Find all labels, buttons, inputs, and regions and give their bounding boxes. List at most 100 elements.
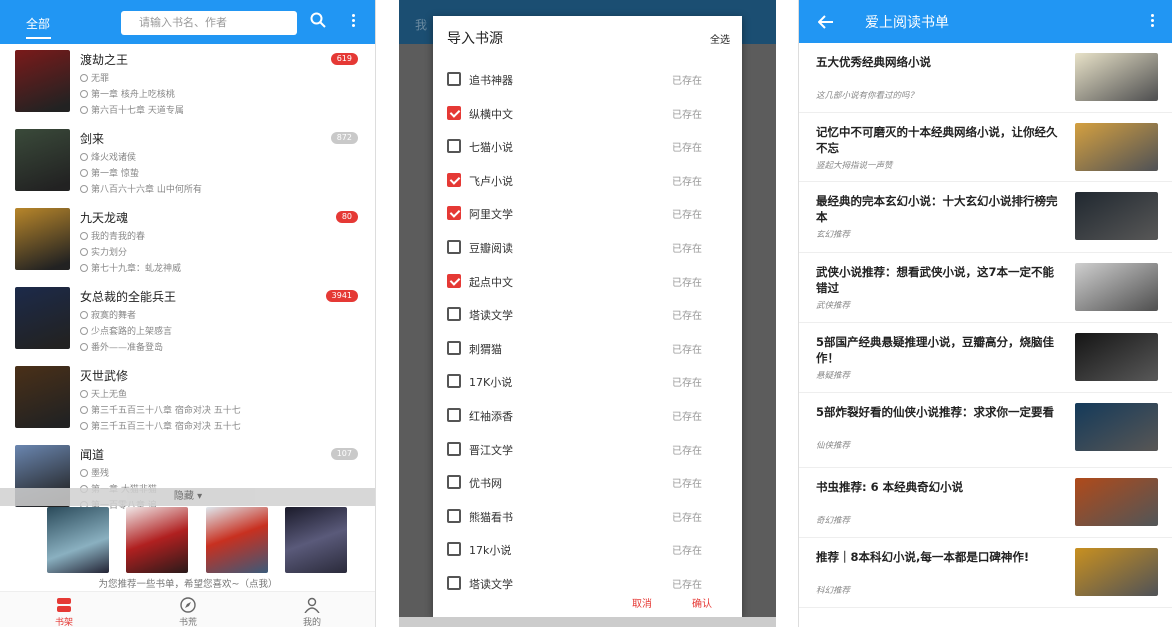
bookshelf-screen: 全部 请输入书名、作者 渡劫之王 无罪 第一章 核舟上吃核桃 第六百十七章 天道… <box>0 0 376 627</box>
back-arrow-icon[interactable] <box>818 15 834 29</box>
booklist-item[interactable]: 推荐｜8本科幻小说,每一本都是口碑神作! 科幻推荐 <box>799 538 1172 608</box>
source-row[interactable]: 刺猬猫 已存在 <box>433 333 742 363</box>
nav-bookshelf[interactable]: 书架 <box>14 592 114 627</box>
source-status: 已存在 <box>672 277 702 289</box>
source-checkbox[interactable] <box>447 105 461 120</box>
tab-indicator <box>26 37 51 39</box>
book-item[interactable]: 九天龙魂 我的青我的春 实力划分 第七十九章：虬龙神威 80 <box>0 201 375 280</box>
source-status: 已存在 <box>672 479 702 491</box>
book-item[interactable]: 女总裁的全能兵王 寂寞的舞者 少点套路的上架感言 番外——准备登岛 3941 <box>0 280 375 359</box>
book-title: 九天龙魂 <box>80 211 129 225</box>
source-row[interactable]: 起点中文 已存在 <box>433 266 742 296</box>
book-cover <box>15 208 70 270</box>
unread-badge: 107 <box>330 448 358 460</box>
check-icon <box>80 264 88 272</box>
source-checkbox[interactable] <box>447 206 461 221</box>
source-checkbox[interactable] <box>447 240 461 254</box>
source-checkbox[interactable] <box>447 542 461 557</box>
source-row[interactable]: 晋江文学 已存在 <box>433 434 742 464</box>
source-checkbox[interactable] <box>447 172 461 187</box>
author-icon <box>80 311 88 319</box>
nav-discover[interactable]: 书荒 <box>138 592 238 627</box>
booklist-image <box>1075 123 1158 171</box>
source-row[interactable]: 17K小说 已存在 <box>433 366 742 396</box>
book-current-chapter: 少点套路的上架感言 <box>80 324 172 337</box>
source-checkbox[interactable] <box>447 340 461 355</box>
source-checkbox[interactable] <box>447 408 461 422</box>
booklist-image <box>1075 333 1158 381</box>
author-text: 烽火戏诸侯 <box>91 153 137 163</box>
source-name: 熊猫看书 <box>469 510 513 524</box>
source-name: 追书神器 <box>469 74 513 87</box>
book-author: 我的青我的春 <box>80 229 145 242</box>
check-icon <box>80 343 88 351</box>
source-row[interactable]: 塔读文学 已存在 <box>433 299 742 329</box>
source-row[interactable]: 豆瓣阅读 已存在 <box>433 232 742 262</box>
more-menu-icon[interactable] <box>1151 14 1155 30</box>
source-row[interactable]: 17k小说 已存在 <box>433 534 742 564</box>
source-checkbox[interactable] <box>447 139 461 154</box>
source-row[interactable]: 熊猫看书 已存在 <box>433 501 742 531</box>
recommend-cover-1[interactable] <box>47 507 109 573</box>
search-input[interactable]: 请输入书名、作者 <box>121 11 297 35</box>
book-latest-chapter: 第八百六十六章 山中何所有 <box>80 182 202 195</box>
source-checkbox[interactable] <box>447 475 461 490</box>
booklist-item[interactable]: 5部炸裂好看的仙侠小说推荐：求求你一定要看 仙侠推荐 <box>799 393 1172 468</box>
source-name: 飞卢小说 <box>469 174 513 188</box>
select-all-button[interactable]: 全选 <box>710 31 730 46</box>
source-row[interactable]: 纵横中文 已存在 <box>433 98 742 128</box>
booklist-item[interactable]: 记忆中不可磨灭的十本经典网络小说，让你经久不忘 竖起大拇指说一声赞 <box>799 113 1172 182</box>
book-cover <box>15 129 70 191</box>
source-checkbox[interactable] <box>447 307 461 322</box>
book-author: 无罪 <box>80 71 109 84</box>
cancel-button[interactable]: 取消 <box>632 595 652 610</box>
booklist-item[interactable]: 5部国产经典悬疑推理小说，豆瓣高分，烧脑佳作！ 悬疑推荐 <box>799 323 1172 393</box>
check-icon <box>80 106 88 114</box>
booklist-item[interactable]: 书虫推荐: 6 本经典奇幻小说 奇幻推荐 <box>799 468 1172 538</box>
recommend-cover-2[interactable] <box>126 507 188 573</box>
booklist-subtitle: 玄幻推荐 <box>816 230 851 240</box>
author-text: 无罪 <box>91 74 110 84</box>
nav-mine[interactable]: 我的 <box>262 592 362 627</box>
recommend-cover-3[interactable] <box>206 507 268 573</box>
source-name: 红袖添香 <box>469 410 513 423</box>
book-title: 灭世武修 <box>80 369 129 383</box>
book-item[interactable]: 剑来 烽火戏诸侯 第一章 惊蛰 第八百六十六章 山中何所有 872 <box>0 122 375 201</box>
source-status: 已存在 <box>672 210 702 222</box>
check-icon <box>80 422 88 430</box>
check-icon <box>80 185 88 193</box>
source-row[interactable]: 红袖添香 已存在 <box>433 400 742 430</box>
recommend-text[interactable]: 为您推荐一些书单，希望您喜欢~（点我） <box>0 576 375 590</box>
source-name: 起点中文 <box>469 275 513 289</box>
source-row[interactable]: 飞卢小说 已存在 <box>433 165 742 195</box>
current-text: 少点套路的上架感言 <box>91 327 173 337</box>
tab-all[interactable]: 全部 <box>26 15 50 32</box>
source-row[interactable]: 阿里文学 已存在 <box>433 198 742 228</box>
search-icon[interactable] <box>310 12 326 28</box>
booklist-item[interactable]: 最经典的完本玄幻小说：十大玄幻小说排行榜完本 玄幻推荐 <box>799 182 1172 253</box>
source-checkbox[interactable] <box>447 273 461 288</box>
book-item[interactable]: 灭世武修 天上无鱼 第三千五百三十八章 宿命对决 五十七 第三千五百三十八章 宿… <box>0 359 375 438</box>
source-row[interactable]: 七猫小说 已存在 <box>433 131 742 161</box>
source-row[interactable]: 追书神器 已存在 <box>433 64 742 94</box>
source-checkbox[interactable] <box>447 441 461 456</box>
book-latest-chapter: 第七十九章：虬龙神威 <box>80 261 181 274</box>
author-text: 寂寞的舞者 <box>91 311 137 321</box>
clock-icon <box>80 90 88 98</box>
booklist-item[interactable]: 武侠小说推荐：想看武侠小说，这7本一定不能错过 武侠推荐 <box>799 253 1172 323</box>
booklist-item[interactable]: 五大优秀经典网络小说 这几部小说有你看过的吗？ <box>799 43 1172 113</box>
book-author: 寂寞的舞者 <box>80 308 136 321</box>
source-checkbox[interactable] <box>447 508 461 523</box>
source-name: 塔读文学 <box>469 578 513 591</box>
source-status: 已存在 <box>672 580 702 591</box>
category-toggle[interactable]: 隐藏 ▾ <box>0 488 375 506</box>
recommend-cover-4[interactable] <box>285 507 347 573</box>
source-checkbox[interactable] <box>447 576 461 590</box>
booklist-title: 武侠小说推荐：想看武侠小说，这7本一定不能错过 <box>816 265 1054 295</box>
book-item[interactable]: 渡劫之王 无罪 第一章 核舟上吃核桃 第六百十七章 天道专属 619 <box>0 43 375 122</box>
source-checkbox[interactable] <box>447 72 461 86</box>
source-row[interactable]: 优书网 已存在 <box>433 467 742 497</box>
source-checkbox[interactable] <box>447 374 461 389</box>
more-menu-icon[interactable] <box>352 14 356 30</box>
confirm-button[interactable]: 确认 <box>692 595 712 610</box>
